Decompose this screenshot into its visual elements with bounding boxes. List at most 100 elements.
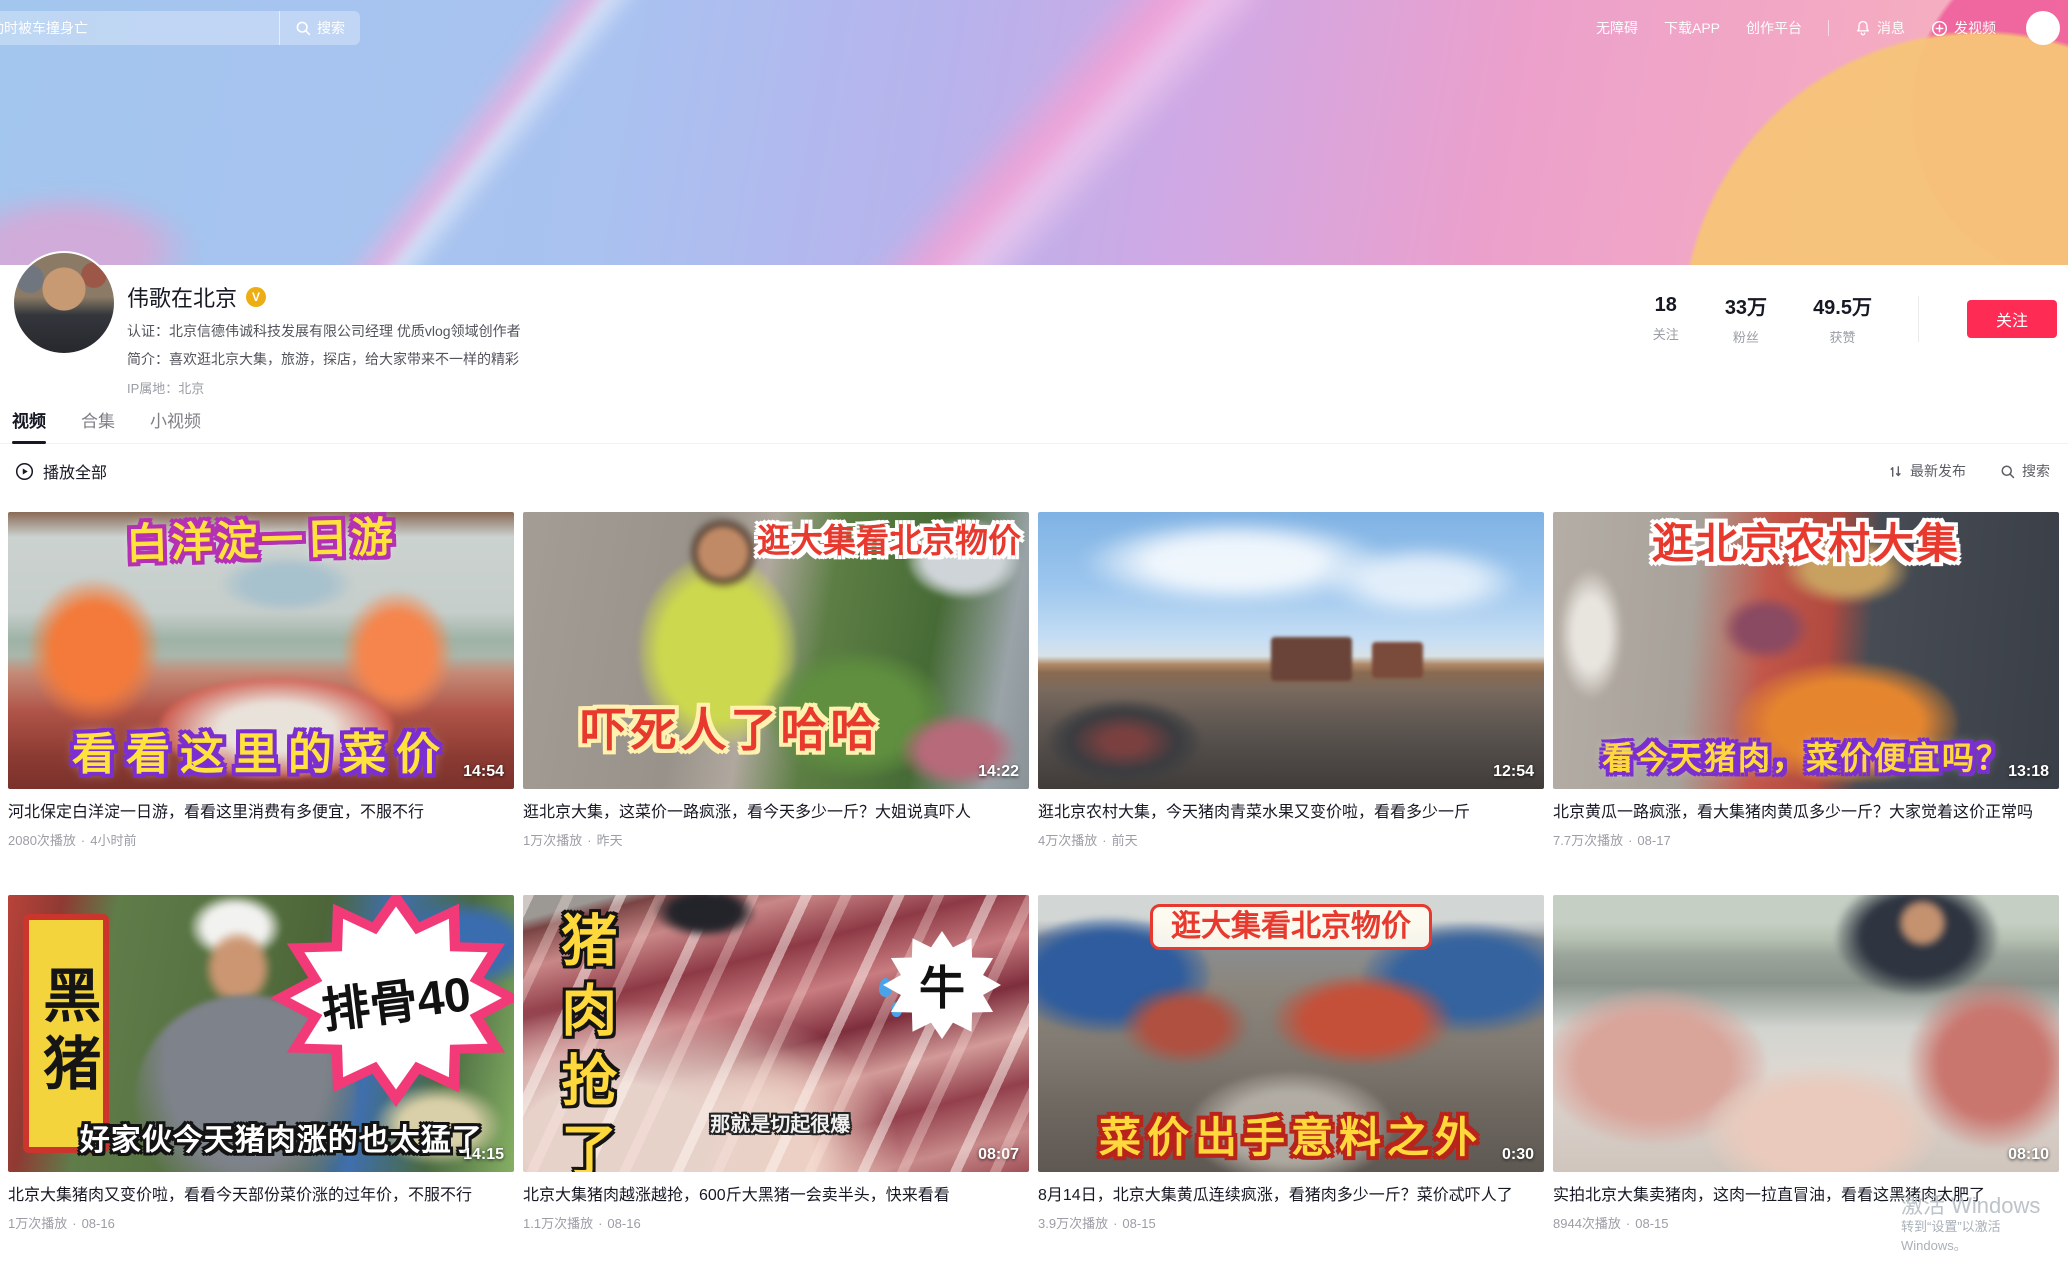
verified-badge-icon: V (246, 287, 266, 307)
tab-videos[interactable]: 视频 (12, 395, 46, 443)
thumb-art (221, 556, 353, 611)
stats-divider (1918, 296, 1919, 342)
view-count: 1.1万次播放 (523, 1216, 593, 1231)
thumbnail-overlay-bottom: 吓死人了哈哈 (580, 705, 880, 757)
video-title[interactable]: 逛北京农村大集，今天猪肉青菜水果又变价啦，看看多少一斤 (1038, 802, 1544, 823)
video-card: 逛大集看北京物价 吓死人了哈哈 14:22 逛北京大集，这菜价一路疯涨，看今天多… (523, 512, 1029, 849)
black-pig-banner: 黑猪 (23, 914, 109, 1152)
publish-date: 前天 (1112, 833, 1138, 848)
search-icon (295, 20, 311, 36)
video-card: 黑猪 排骨40 好家伙今天猪肉涨的也太猛了 14:15 北京大集猪肉又变价啦，看… (8, 895, 514, 1232)
play-all-button[interactable]: 播放全部 (15, 459, 107, 483)
video-meta: 8944次播放·08-15 (1553, 1213, 2059, 1232)
search-icon (2000, 464, 2015, 479)
publish-date: 08-15 (1122, 1216, 1155, 1231)
video-title[interactable]: 8月14日，北京大集黄瓜连续疯涨，看猪肉多少一斤？菜价忒吓人了 (1038, 1185, 1544, 1206)
video-duration: 12:54 (1493, 763, 1534, 781)
user-avatar[interactable] (2026, 11, 2060, 45)
nav-accessibility[interactable]: 无障碍 (1596, 18, 1638, 38)
publish-date: 08-17 (1637, 833, 1670, 848)
video-duration: 14:15 (463, 1146, 504, 1164)
subtitle-caption: 那就是切起很爆 (710, 1114, 850, 1136)
banner-decor (0, 190, 200, 265)
thumb-art (690, 515, 756, 590)
search-trending-text[interactable]: 动时被车撞身亡 (0, 18, 88, 38)
video-thumbnail[interactable]: 12:54 (1038, 512, 1544, 789)
publish-date: 昨天 (597, 833, 623, 848)
search-button[interactable]: 搜索 (279, 11, 360, 45)
video-card: 逛大集看北京物价 菜价出手意料之外 0:30 8月14日，北京大集黄瓜连续疯涨，… (1038, 895, 1544, 1232)
thumbnail-overlay-top: 白洋淀一日游 (125, 513, 396, 567)
nav-messages[interactable]: 消息 (1855, 18, 1905, 38)
video-card: 白洋淀一日游 看看这里的菜价 14:54 河北保定白洋淀一日游，看看这里消费有多… (8, 512, 514, 849)
stat-followers[interactable]: 33万 粉丝 (1725, 291, 1767, 346)
follow-button[interactable]: 关注 (1967, 300, 2057, 338)
content-tabs: 视频 合集 小视频 (0, 395, 2068, 444)
publish-date: 08-16 (607, 1216, 640, 1231)
profile-banner: 动时被车撞身亡 搜索 无障碍 下载APP 创作平台 消息 发视频 (0, 0, 2068, 265)
video-thumbnail[interactable]: 逛大集看北京物价 吓死人了哈哈 14:22 (523, 512, 1029, 789)
plus-circle-icon (1931, 20, 1948, 37)
publish-date: 08-16 (82, 1216, 115, 1231)
nav-publish-video[interactable]: 发视频 (1931, 18, 1996, 38)
thumbnail-overlay-left: 猪肉抢了 (553, 911, 616, 1172)
top-right-nav: 无障碍 下载APP 创作平台 消息 发视频 (1596, 11, 2060, 45)
thumb-art (1119, 984, 1251, 1067)
video-thumbnail[interactable]: 逛大集看北京物价 菜价出手意料之外 0:30 (1038, 895, 1544, 1172)
video-thumbnail[interactable]: 白洋淀一日游 看看这里的菜价 14:54 (8, 512, 514, 789)
view-count: 8944次播放 (1553, 1216, 1621, 1231)
video-title[interactable]: 北京大集猪肉越涨越抢，600斤大黑猪一会卖半头，快来看看 (523, 1185, 1029, 1206)
video-title[interactable]: 河北保定白洋淀一日游，看看这里消费有多便宜，不服不行 (8, 802, 514, 823)
nav-download-app[interactable]: 下载APP (1664, 18, 1720, 38)
thumbnail-overlay-top: 逛大集看北京物价 (757, 523, 1021, 560)
video-duration: 14:54 (463, 763, 504, 781)
profile-stats-area: 18 关注 33万 粉丝 49.5万 获赞 关注 (1653, 291, 2057, 346)
video-title[interactable]: 北京大集猪肉又变价啦，看看今天部份菜价涨的过年价，不服不行 (8, 1185, 514, 1206)
video-thumbnail[interactable]: 猪肉抢了 牛 那就是切起很爆 08:07 (523, 895, 1029, 1172)
tab-collections[interactable]: 合集 (81, 395, 115, 443)
thumbnail-overlay-top: 逛大集看北京物价 (1150, 904, 1432, 950)
video-toolbar: 播放全部 最新发布 搜索 (0, 444, 2068, 498)
video-title[interactable]: 实拍北京大集卖猪肉，这肉一拉直冒油，看看这黑猪肉太肥了 (1553, 1185, 2059, 1206)
video-meta: 2080次播放·4小时前 (8, 830, 514, 849)
video-thumbnail[interactable]: 08:10 (1553, 895, 2059, 1172)
video-title[interactable]: 北京黄瓜一路疯涨，看大集猪肉黄瓜多少一斤？大家觉着这价正常吗 (1553, 802, 2059, 823)
video-duration: 08:10 (2008, 1146, 2049, 1164)
video-meta: 1万次播放·08-16 (8, 1213, 514, 1232)
video-thumbnail[interactable]: 逛北京农村大集 看今天猪肉，菜价便宜吗？ 13:18 (1553, 512, 2059, 789)
creator-avatar[interactable] (12, 251, 116, 355)
thumb-art (1321, 545, 1523, 617)
video-duration: 14:22 (978, 763, 1019, 781)
publish-date: 4小时前 (90, 833, 136, 848)
thumb-art (1897, 898, 1948, 948)
stat-likes[interactable]: 49.5万 获赞 (1813, 291, 1872, 346)
video-card: 逛北京农村大集 看今天猪肉，菜价便宜吗？ 13:18 北京黄瓜一路疯涨，看大集猪… (1553, 512, 2059, 849)
starburst-badge: 牛 (883, 931, 1001, 1039)
stat-following[interactable]: 18 关注 (1653, 294, 1679, 343)
tab-short-videos[interactable]: 小视频 (150, 395, 201, 443)
badge-text: 牛 (919, 952, 965, 1018)
nav-creator-platform[interactable]: 创作平台 (1746, 18, 1802, 38)
publish-date: 08-15 (1635, 1216, 1668, 1231)
video-card: 08:10 实拍北京大集卖猪肉，这肉一拉直冒油，看看这黑猪肉太肥了 8944次播… (1553, 895, 2059, 1232)
video-title[interactable]: 逛北京大集，这菜价一路疯涨，看今天多少一斤？大姐说真吓人 (523, 802, 1029, 823)
play-circle-icon (15, 462, 34, 481)
video-meta: 7.7万次播放·08-17 (1553, 830, 2059, 849)
toolbar-right: 最新发布 搜索 (1888, 461, 2050, 481)
starburst-badge: 排骨40 (270, 895, 514, 1107)
search-bar[interactable]: 动时被车撞身亡 搜索 (0, 11, 360, 45)
video-card: 12:54 逛北京农村大集，今天猪肉青菜水果又变价啦，看看多少一斤 4万次播放·… (1038, 512, 1544, 849)
thumb-art (1271, 973, 1453, 1067)
video-meta: 3.9万次播放·08-15 (1038, 1213, 1544, 1232)
creator-name: 伟歌在北京 (127, 281, 237, 313)
sort-latest[interactable]: 最新发布 (1888, 461, 1966, 481)
thumbnail-overlay-bottom: 菜价出手意料之外 (1099, 1114, 1483, 1161)
video-duration: 0:30 (1502, 1146, 1534, 1164)
thumb-art (1558, 567, 1624, 700)
video-thumbnail[interactable]: 黑猪 排骨40 好家伙今天猪肉涨的也太猛了 14:15 (8, 895, 514, 1172)
video-search[interactable]: 搜索 (2000, 461, 2050, 481)
thumbnail-overlay-bottom: 看今天猪肉，菜价便宜吗？ (1602, 741, 2010, 777)
video-duration: 08:07 (978, 1146, 1019, 1164)
top-navigation-bar: 动时被车撞身亡 搜索 无障碍 下载APP 创作平台 消息 发视频 (0, 0, 2068, 56)
thumbnail-overlay-top: 逛北京农村大集 (1652, 520, 1960, 567)
